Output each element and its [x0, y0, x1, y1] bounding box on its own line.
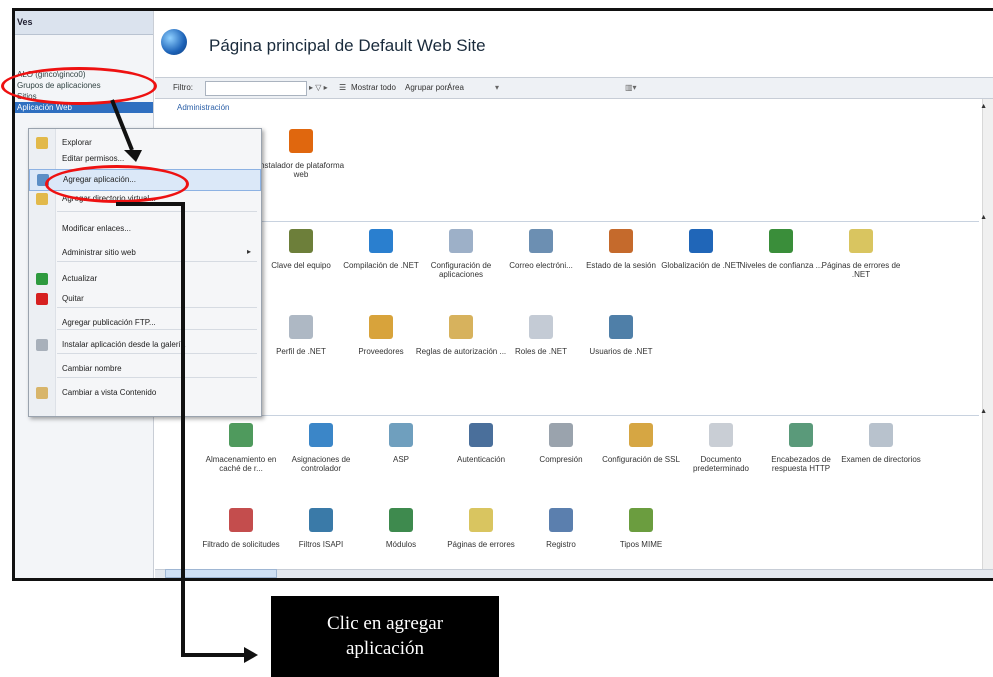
arrow-line-down — [110, 99, 134, 151]
arrow-line-callout — [116, 202, 244, 657]
arrow-head-down — [124, 150, 142, 162]
annotation-arrows — [110, 99, 258, 663]
arrow-head-callout — [244, 647, 258, 663]
